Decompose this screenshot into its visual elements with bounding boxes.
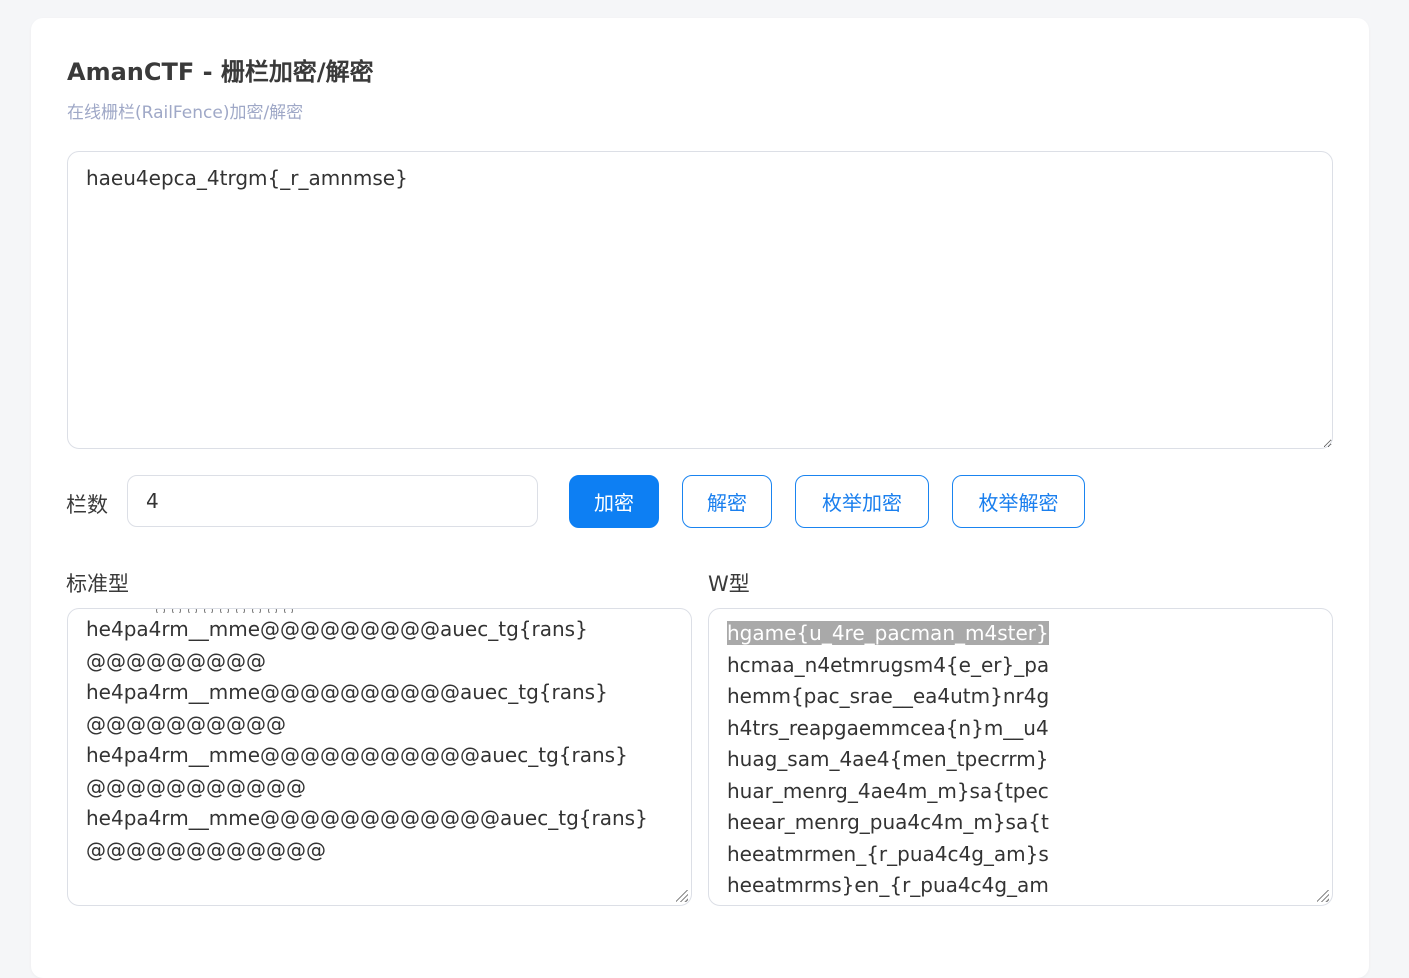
output-line: heeatmrmen_{r_pua4c4g_am}s — [727, 841, 1049, 866]
output-line: @@@@@@@@@@ — [86, 711, 286, 736]
rails-label: 栏数 — [66, 493, 108, 517]
scrolled-text-remnant — [156, 609, 306, 613]
standard-output-label: 标准型 — [66, 572, 129, 596]
output-line: hemm{pac_srae__ea4utm}nr4g — [727, 684, 1050, 708]
enum-encrypt-button[interactable]: 枚举加密 — [795, 475, 929, 528]
standard-output-textarea[interactable]: he4pa4rm__mme@@@@@@@@@auec_tg{rans} @@@@@… — [67, 608, 692, 906]
output-line: heear_menrg_pua4c4m_m}sa{t — [727, 810, 1049, 834]
decrypt-button[interactable]: 解密 — [682, 475, 772, 528]
w-output-label: W型 — [708, 572, 750, 596]
output-line: he4pa4rm__mme@@@@@@@@@auec_tg{rans} — [86, 617, 588, 641]
output-line: h4trs_reapgaemmcea{n}m__u4 — [727, 715, 1049, 740]
w-output-textarea[interactable]: hgame{u_4re_pacman_m4ster} hcmaa_n4etmrug… — [708, 608, 1333, 906]
selected-text: hgame{u_4re_pacman_m4ster} — [727, 621, 1049, 645]
output-line: hgame{u_4re_pacman_m4ster} — [727, 618, 1318, 650]
resize-grip-icon[interactable] — [1317, 890, 1329, 902]
resize-grip-icon[interactable] — [676, 890, 688, 902]
w-output-text: hgame{u_4re_pacman_m4ster} hcmaa_n4etmrug… — [727, 618, 1318, 902]
enum-decrypt-button[interactable]: 枚举解密 — [952, 475, 1085, 528]
page-subtitle: 在线栅栏(RailFence)加密/解密 — [67, 103, 304, 123]
output-line: @@@@@@@@@@@ — [86, 774, 306, 799]
rails-count-input[interactable] — [127, 475, 538, 527]
output-line: @@@@@@@@@@@@ — [86, 837, 326, 862]
encrypt-button[interactable]: 加密 — [569, 475, 659, 528]
page-title: AmanCTF - 栅栏加密/解密 — [67, 58, 374, 86]
output-line: heeatmrms}en_{r_pua4c4g_am — [727, 873, 1049, 897]
output-line: he4pa4rm__mme@@@@@@@@@@@auec_tg{rans} — [86, 743, 628, 767]
output-line: he4pa4rm__mme@@@@@@@@@@auec_tg{rans} — [86, 680, 608, 704]
output-line: he4pa4rm__mme@@@@@@@@@@@@auec_tg{rans} — [86, 806, 648, 830]
output-line: huar_menrg_4ae4m_m}sa{tpec — [727, 778, 1049, 803]
cipher-text-input[interactable] — [67, 151, 1333, 449]
output-line: hcmaa_n4etmrugsm4{e_er}_pa — [727, 652, 1050, 677]
output-line: @@@@@@@@@ — [86, 648, 266, 673]
output-line: huag_sam_4ae4{men_tpecrrm} — [727, 747, 1049, 771]
standard-output-text: he4pa4rm__mme@@@@@@@@@auec_tg{rans} @@@@@… — [86, 614, 677, 866]
